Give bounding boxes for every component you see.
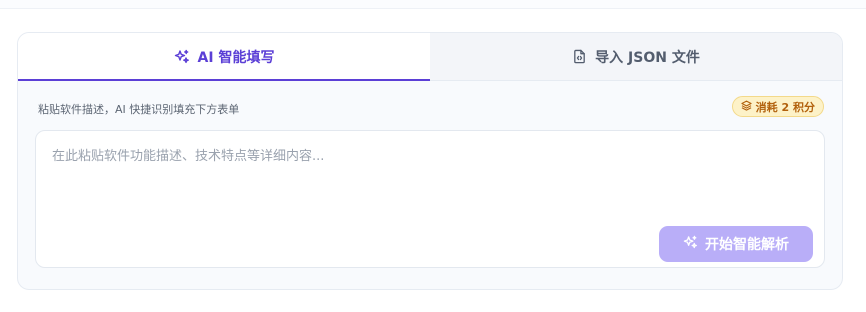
tab-bar: AI 智能填写 导入 JSON 文件 (18, 33, 842, 81)
start-parse-button[interactable]: 开始智能解析 (659, 226, 813, 262)
start-parse-button-label: 开始智能解析 (705, 237, 789, 253)
cost-badge-label: 消耗 2 积分 (755, 100, 815, 114)
sparkles-icon (174, 49, 190, 65)
ai-fill-card: AI 智能填写 导入 JSON 文件 粘贴软件描述，AI 快捷识别填充下方表单 (17, 32, 843, 290)
file-code-icon (572, 49, 587, 64)
cost-badge: 消耗 2 积分 (731, 96, 824, 117)
sparkles-icon (683, 235, 698, 254)
tab-ai-fill-label: AI 智能填写 (197, 49, 275, 66)
top-strip (0, 0, 866, 9)
hint-text: 粘贴软件描述，AI 快捷识别填充下方表单 (38, 103, 240, 116)
layers-icon (741, 100, 752, 114)
description-input-wrapper: 开始智能解析 (35, 130, 825, 268)
tab-ai-fill[interactable]: AI 智能填写 (18, 33, 430, 81)
tab-import-json-label: 导入 JSON 文件 (595, 49, 700, 66)
tab-import-json[interactable]: 导入 JSON 文件 (430, 33, 842, 80)
